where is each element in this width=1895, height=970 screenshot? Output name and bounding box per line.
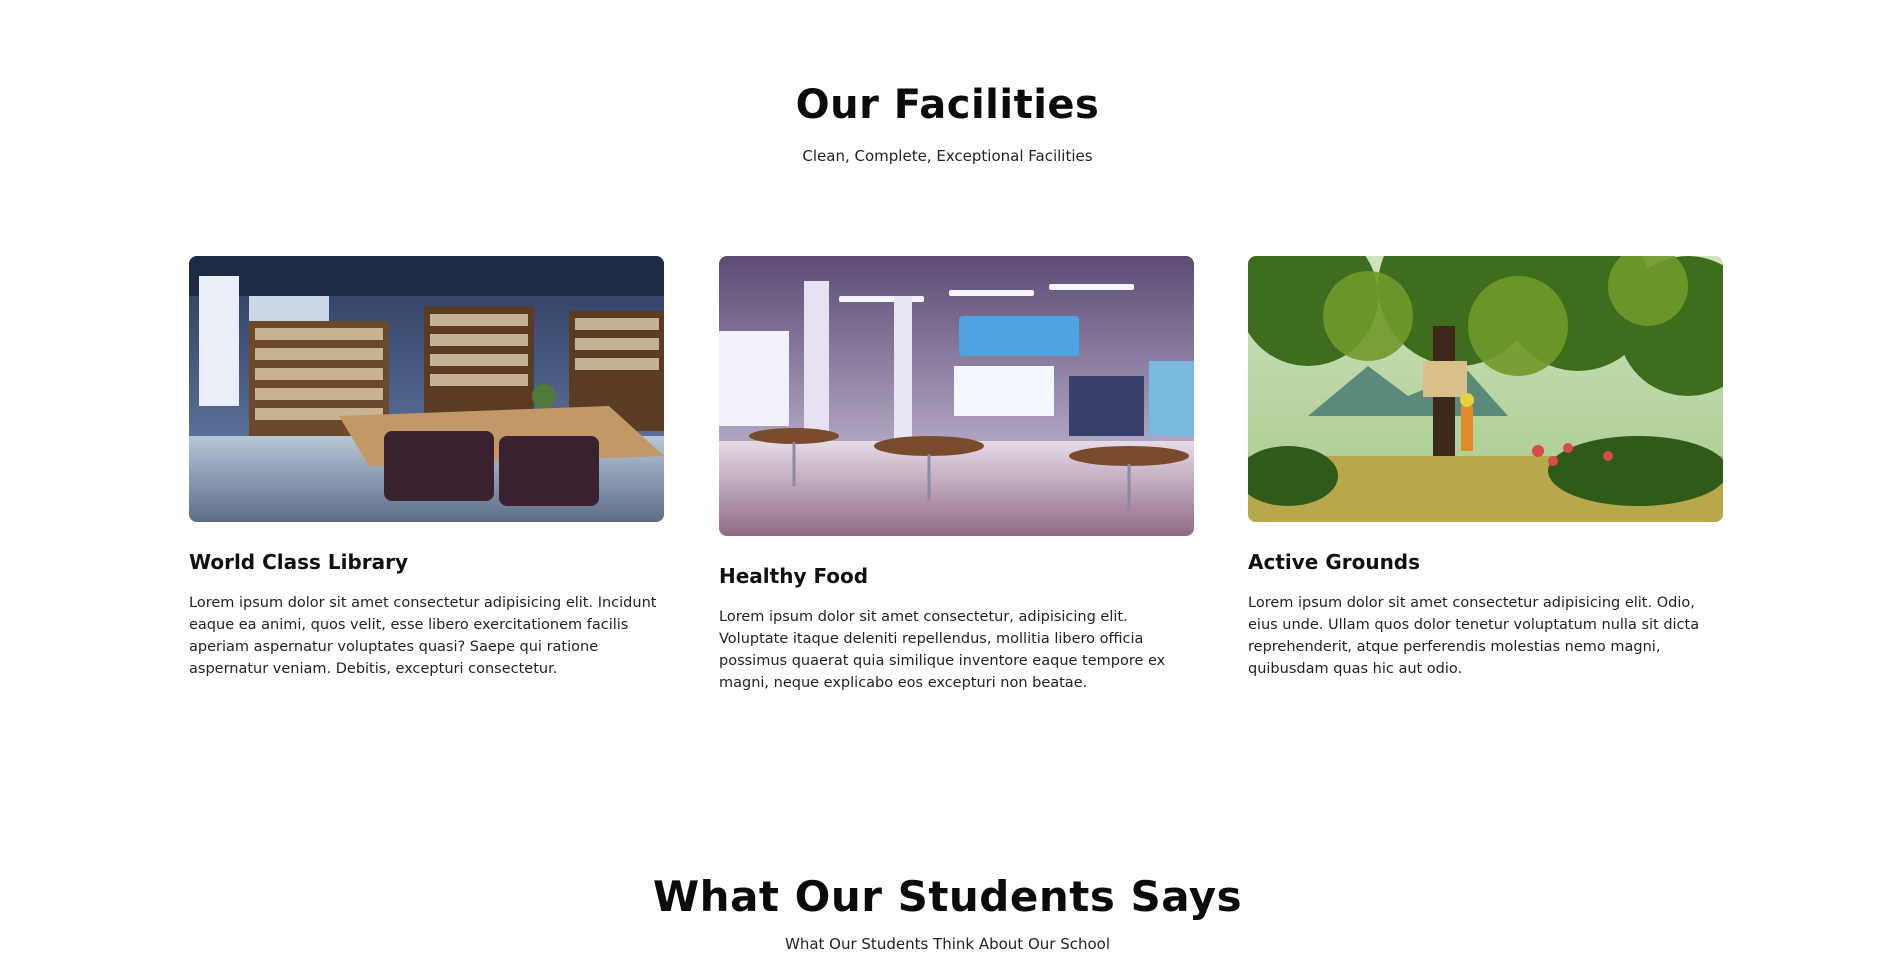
testimonials-subtitle: What Our Students Think About Our School — [784, 935, 1111, 953]
card-title: World Class Library — [189, 550, 409, 574]
library-image — [189, 256, 664, 522]
facility-card-library: World Class Library Lorem ipsum dolor si… — [189, 256, 664, 680]
card-title: Healthy Food — [719, 564, 869, 588]
facility-card-food: Healthy Food Lorem ipsum dolor sit amet … — [719, 256, 1194, 694]
grounds-image — [1248, 256, 1723, 522]
facility-card-grounds: Active Grounds Lorem ipsum dolor sit ame… — [1248, 256, 1723, 680]
facilities-subtitle: Clean, Complete, Exceptional Facilities — [802, 147, 1093, 165]
card-description: Lorem ipsum dolor sit amet consectetur, … — [719, 609, 1166, 691]
card-title: Active Grounds — [1248, 550, 1421, 574]
testimonials-title: What Our Students Says — [652, 872, 1243, 921]
cafeteria-image — [719, 256, 1194, 536]
card-description: Lorem ipsum dolor sit amet consectetur a… — [189, 595, 657, 677]
card-description: Lorem ipsum dolor sit amet consectetur a… — [1248, 595, 1700, 677]
facilities-title: Our Facilities — [795, 82, 1100, 128]
